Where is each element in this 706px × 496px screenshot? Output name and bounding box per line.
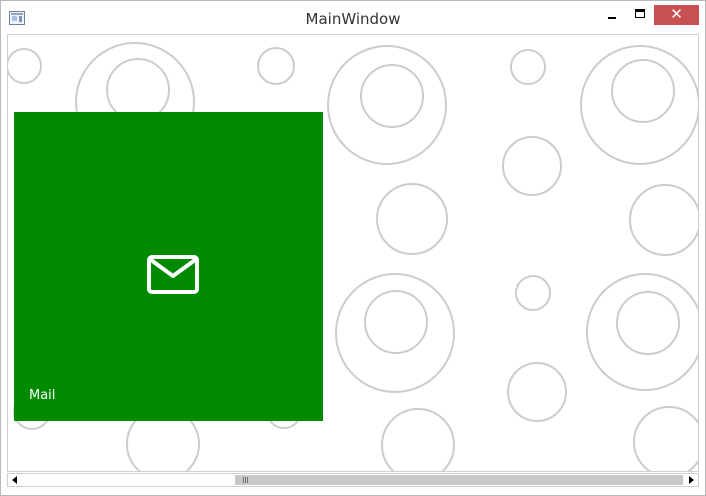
window-app-icon — [9, 11, 25, 25]
window-corner — [699, 473, 705, 487]
background-circle — [257, 47, 295, 85]
background-circle — [510, 49, 546, 85]
background-circle — [327, 45, 447, 165]
minimize-icon — [608, 17, 616, 19]
background-circle — [580, 45, 698, 165]
main-window: MainWindow ✕ Mail — [0, 0, 706, 496]
scrollbar-thumb[interactable] — [235, 475, 683, 485]
maximize-icon — [635, 9, 645, 18]
background-circle — [515, 275, 551, 311]
mail-tile[interactable]: Mail — [14, 112, 323, 421]
title-bar: MainWindow ✕ — [1, 1, 705, 33]
mail-icon — [147, 255, 199, 294]
background-circle — [8, 48, 42, 84]
scroll-left-arrow-icon[interactable] — [8, 474, 22, 486]
background-circle — [507, 362, 567, 422]
horizontal-scrollbar[interactable] — [7, 473, 699, 487]
tile-label: Mail — [29, 388, 56, 403]
background-circle — [502, 136, 562, 196]
minimize-button[interactable] — [599, 5, 625, 25]
background-circle — [629, 184, 698, 256]
scroll-right-arrow-icon[interactable] — [684, 474, 698, 486]
background-circle — [364, 290, 428, 354]
maximize-button[interactable] — [627, 5, 653, 25]
background-circle — [611, 59, 675, 123]
grip-icon — [243, 477, 248, 483]
background-circle — [633, 406, 698, 471]
close-button[interactable]: ✕ — [654, 5, 699, 25]
content-area: Mail — [7, 34, 699, 472]
background-circle — [376, 183, 448, 255]
background-circle — [360, 64, 424, 128]
background-circle — [381, 408, 455, 471]
close-icon: ✕ — [670, 6, 683, 23]
background-circle — [616, 291, 680, 355]
scrollbar-track[interactable] — [22, 475, 684, 485]
